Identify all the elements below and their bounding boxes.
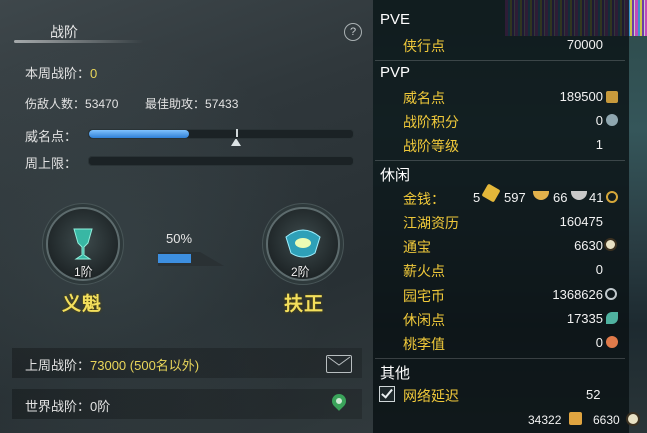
leisure-leaf-icon	[606, 312, 618, 324]
pvp-row-label: 威名点	[403, 90, 445, 106]
coin-icon	[606, 191, 618, 203]
pvp-header: PVP	[380, 64, 411, 81]
leisure-row-value: 0	[595, 262, 603, 277]
pvp-row-label: 战阶等级	[403, 138, 459, 154]
last-week-row: 上周战阶：73000 (500名以外)	[25, 355, 199, 374]
money-label: 金钱：	[403, 191, 445, 207]
latency-label: 网络延迟	[403, 388, 459, 404]
divider	[375, 160, 625, 161]
weekly-rank-label: 本周战阶：	[25, 66, 91, 81]
injured-value: 53470	[85, 97, 119, 111]
divider	[375, 358, 625, 359]
leisure-row-label: 桃李值	[403, 336, 445, 352]
divider	[375, 60, 625, 61]
leisure-row-label: 园宅币	[403, 288, 445, 304]
bag-icon	[569, 412, 582, 425]
leisure-row-value: 1368626	[552, 287, 603, 302]
world-value: 0阶	[90, 399, 111, 414]
leisure-row-value: 17335	[566, 311, 603, 326]
injured-row: 伤敌人数：53470	[25, 95, 118, 112]
leisure-row-label: 江湖资历	[403, 215, 459, 231]
fame-pointer-icon	[231, 138, 241, 146]
money-silver: 597	[504, 190, 526, 205]
weekly-cap-bar	[88, 156, 354, 166]
weekly-cap-label: 周上限：	[25, 156, 78, 171]
latency-checkbox[interactable]	[379, 386, 395, 402]
leisure-row-value: 160475	[559, 214, 603, 229]
panel-title: 战阶	[50, 24, 78, 40]
leisure-row-label: 薪火点	[403, 263, 445, 279]
leisure-header: 休闲	[380, 167, 411, 184]
pve-header: PVE	[380, 11, 411, 28]
pvp-row-value: 189500	[559, 89, 603, 104]
weekly-rank-value: 0	[90, 66, 98, 81]
assist-value: 57433	[205, 97, 239, 111]
pvp-row-value: 0	[595, 113, 603, 128]
pvp-row-value: 1	[595, 137, 603, 152]
mail-glyph	[327, 356, 351, 366]
leisure-row-value: 0	[595, 335, 603, 350]
money-coin: 41	[589, 190, 604, 205]
tongbao-coin-icon	[626, 412, 640, 426]
latency-value: 52	[586, 387, 601, 402]
peach-icon	[606, 336, 618, 348]
pve-row-value: 70000	[566, 37, 603, 52]
injured-label: 伤敌人数：	[25, 97, 86, 111]
last-week-label: 上周战阶：	[25, 358, 91, 373]
rank-right-name: 扶正	[284, 294, 325, 315]
leisure-row-label: 通宝	[403, 239, 431, 255]
money-gold: 5	[473, 190, 481, 205]
world-row: 世界战阶：0阶	[25, 396, 110, 415]
mail-icon[interactable]	[326, 355, 352, 373]
last-week-value: 73000 (500名以外)	[90, 358, 200, 373]
leisure-row-value: 6630	[574, 238, 603, 253]
tongbao-icon	[604, 238, 617, 251]
other-header: 其他	[380, 365, 411, 382]
pvp-row-label: 战阶积分	[403, 114, 459, 130]
rank-progress-bar	[158, 252, 224, 266]
rank-left-name: 义魁	[62, 294, 103, 315]
progress-percent: 50%	[166, 231, 193, 246]
bottom-right-value: 6630	[593, 413, 620, 427]
fame-label: 威名点：	[25, 129, 78, 144]
fame-marker	[236, 129, 238, 137]
weekly-rank-row: 本周战阶：0	[25, 63, 97, 82]
fame-progress-bar	[88, 129, 354, 139]
assist-label: 最佳助攻：	[145, 97, 206, 111]
leisure-row-label: 休闲点	[403, 312, 445, 328]
help-icon[interactable]: ?	[344, 23, 362, 41]
rank-left-level: 1阶	[74, 265, 93, 279]
fame-icon	[606, 91, 618, 103]
rank-points-icon	[606, 114, 618, 126]
currency-panel: PVE 侠行点 70000 PVP 威名点 189500 战阶积分 0 战阶等级…	[373, 0, 647, 433]
pve-row-label: 侠行点	[403, 38, 445, 54]
war-rank-panel: 战阶 ? 本周战阶：0 伤敌人数：53470 最佳助攻：57433 威名点： 周…	[0, 0, 373, 433]
home-coin-icon	[605, 288, 617, 300]
title-underline	[14, 40, 144, 43]
world-label: 世界战阶：	[25, 399, 91, 414]
rank-right-level: 2阶	[291, 265, 310, 279]
bottom-left-value: 34322	[528, 413, 562, 427]
fame-progress-fill	[89, 130, 190, 138]
money-copper: 66	[553, 190, 568, 205]
assist-row: 最佳助攻：57433	[145, 95, 238, 112]
